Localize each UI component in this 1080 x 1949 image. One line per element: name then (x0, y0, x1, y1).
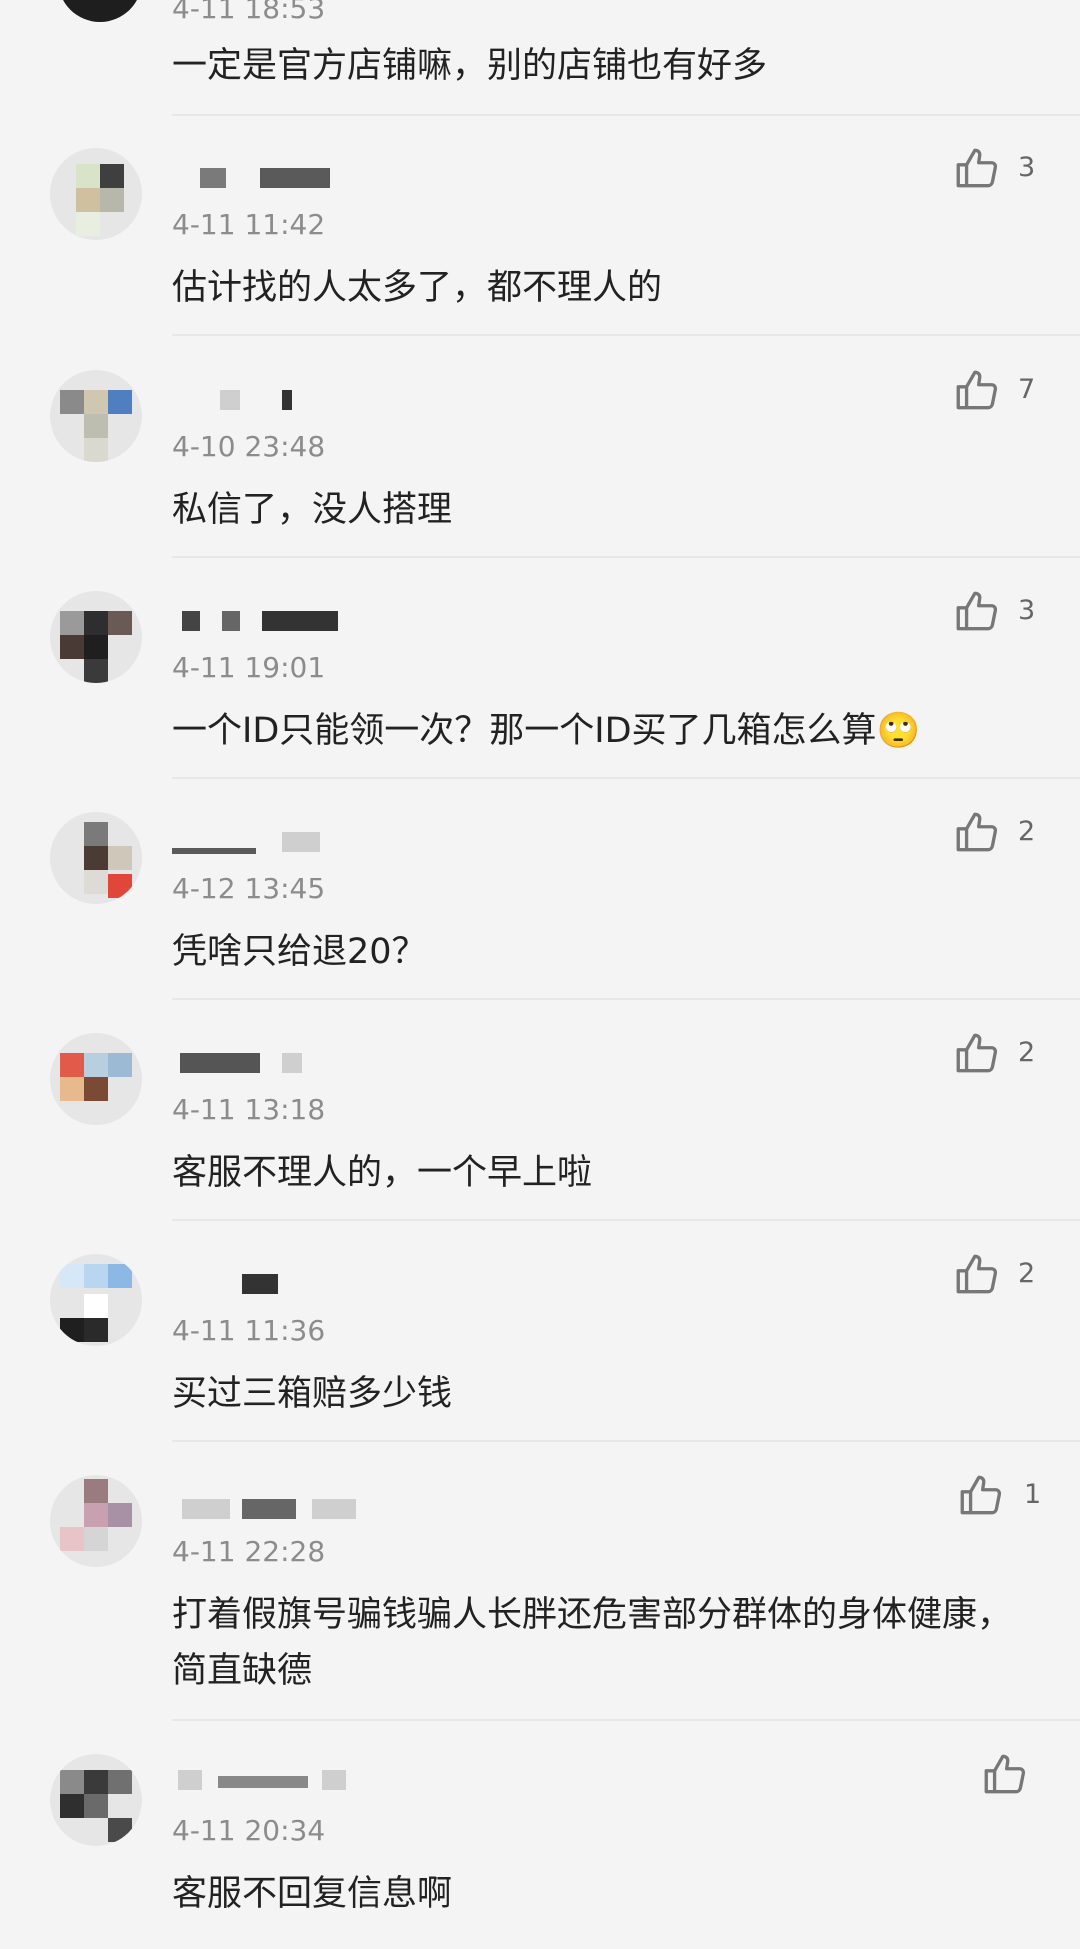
username[interactable] (172, 1047, 312, 1077)
username[interactable] (172, 1764, 362, 1794)
comment-feed: 4-11 18:53 一定是官方店铺嘛，别的店铺也有好多 4-11 11:42 … (0, 0, 1080, 1949)
thumbs-up-icon[interactable] (952, 1250, 1002, 1300)
avatar[interactable] (50, 1254, 142, 1346)
avatar[interactable] (50, 812, 142, 904)
comment-time: 4-11 11:42 (172, 208, 326, 241)
username[interactable] (172, 1493, 382, 1523)
comment-text: 估计找的人太多了，都不理人的 (172, 268, 663, 308)
avatar[interactable] (50, 1475, 142, 1567)
avatar[interactable] (50, 370, 142, 462)
thumbs-up-icon[interactable] (952, 366, 1002, 416)
username[interactable] (172, 162, 342, 192)
comment-time: 4-12 13:45 (172, 872, 326, 905)
username[interactable] (172, 605, 362, 635)
divider (172, 1219, 1080, 1221)
like-count: 1 (1024, 1479, 1042, 1510)
divider (172, 998, 1080, 1000)
like-count: 2 (1018, 1258, 1036, 1289)
avatar[interactable] (50, 591, 142, 683)
thumbs-up-icon[interactable] (952, 144, 1002, 194)
divider (172, 1440, 1080, 1442)
avatar[interactable] (58, 0, 142, 22)
avatar[interactable] (50, 1754, 142, 1846)
avatar[interactable] (50, 1033, 142, 1125)
like-count: 3 (1018, 595, 1036, 626)
username[interactable] (172, 1268, 282, 1298)
like-count: 3 (1018, 152, 1036, 183)
thumbs-up-icon[interactable] (980, 1750, 1030, 1800)
like-count: 7 (1018, 374, 1036, 405)
divider (172, 777, 1080, 779)
username[interactable] (172, 384, 292, 414)
comment-text: 凭啥只给退20？ (172, 932, 427, 972)
divider (172, 114, 1080, 116)
comment-text: 买过三箱赔多少钱 (172, 1374, 453, 1414)
comment-time: 4-11 19:01 (172, 651, 326, 684)
like-count: 2 (1018, 1037, 1036, 1068)
thumbs-up-icon[interactable] (952, 808, 1002, 858)
comment-text: 一定是官方店铺嘛，别的店铺也有好多 (172, 46, 768, 86)
comment-time: 4-11 20:34 (172, 1814, 326, 1847)
thumbs-up-icon[interactable] (952, 587, 1002, 637)
comment-text: 客服不理人的，一个早上啦 (172, 1153, 593, 1193)
comment-time: 4-11 11:36 (172, 1314, 326, 1347)
comment-text: 客服不回复信息啊 (172, 1874, 453, 1914)
divider (172, 334, 1080, 336)
comment-text: 打着假旗号骗钱骗人长胖还危害部分群体的身体健康，简直缺德 (172, 1595, 1013, 1691)
comment-time: 4-11 18:53 (172, 0, 326, 25)
comment-time: 4-10 23:48 (172, 430, 326, 463)
comment-text: 私信了，没人搭理 (172, 490, 453, 530)
divider (172, 1719, 1080, 1721)
like-count: 2 (1018, 816, 1036, 847)
divider (172, 556, 1080, 558)
comment-text: 一个ID只能领一次？那一个ID买了几箱怎么算🙄 (172, 711, 921, 751)
username[interactable] (172, 826, 322, 856)
comment-time: 4-11 13:18 (172, 1093, 326, 1126)
thumbs-up-icon[interactable] (956, 1471, 1006, 1521)
avatar[interactable] (50, 148, 142, 240)
comment-time: 4-11 22:28 (172, 1535, 326, 1568)
thumbs-up-icon[interactable] (952, 1029, 1002, 1079)
